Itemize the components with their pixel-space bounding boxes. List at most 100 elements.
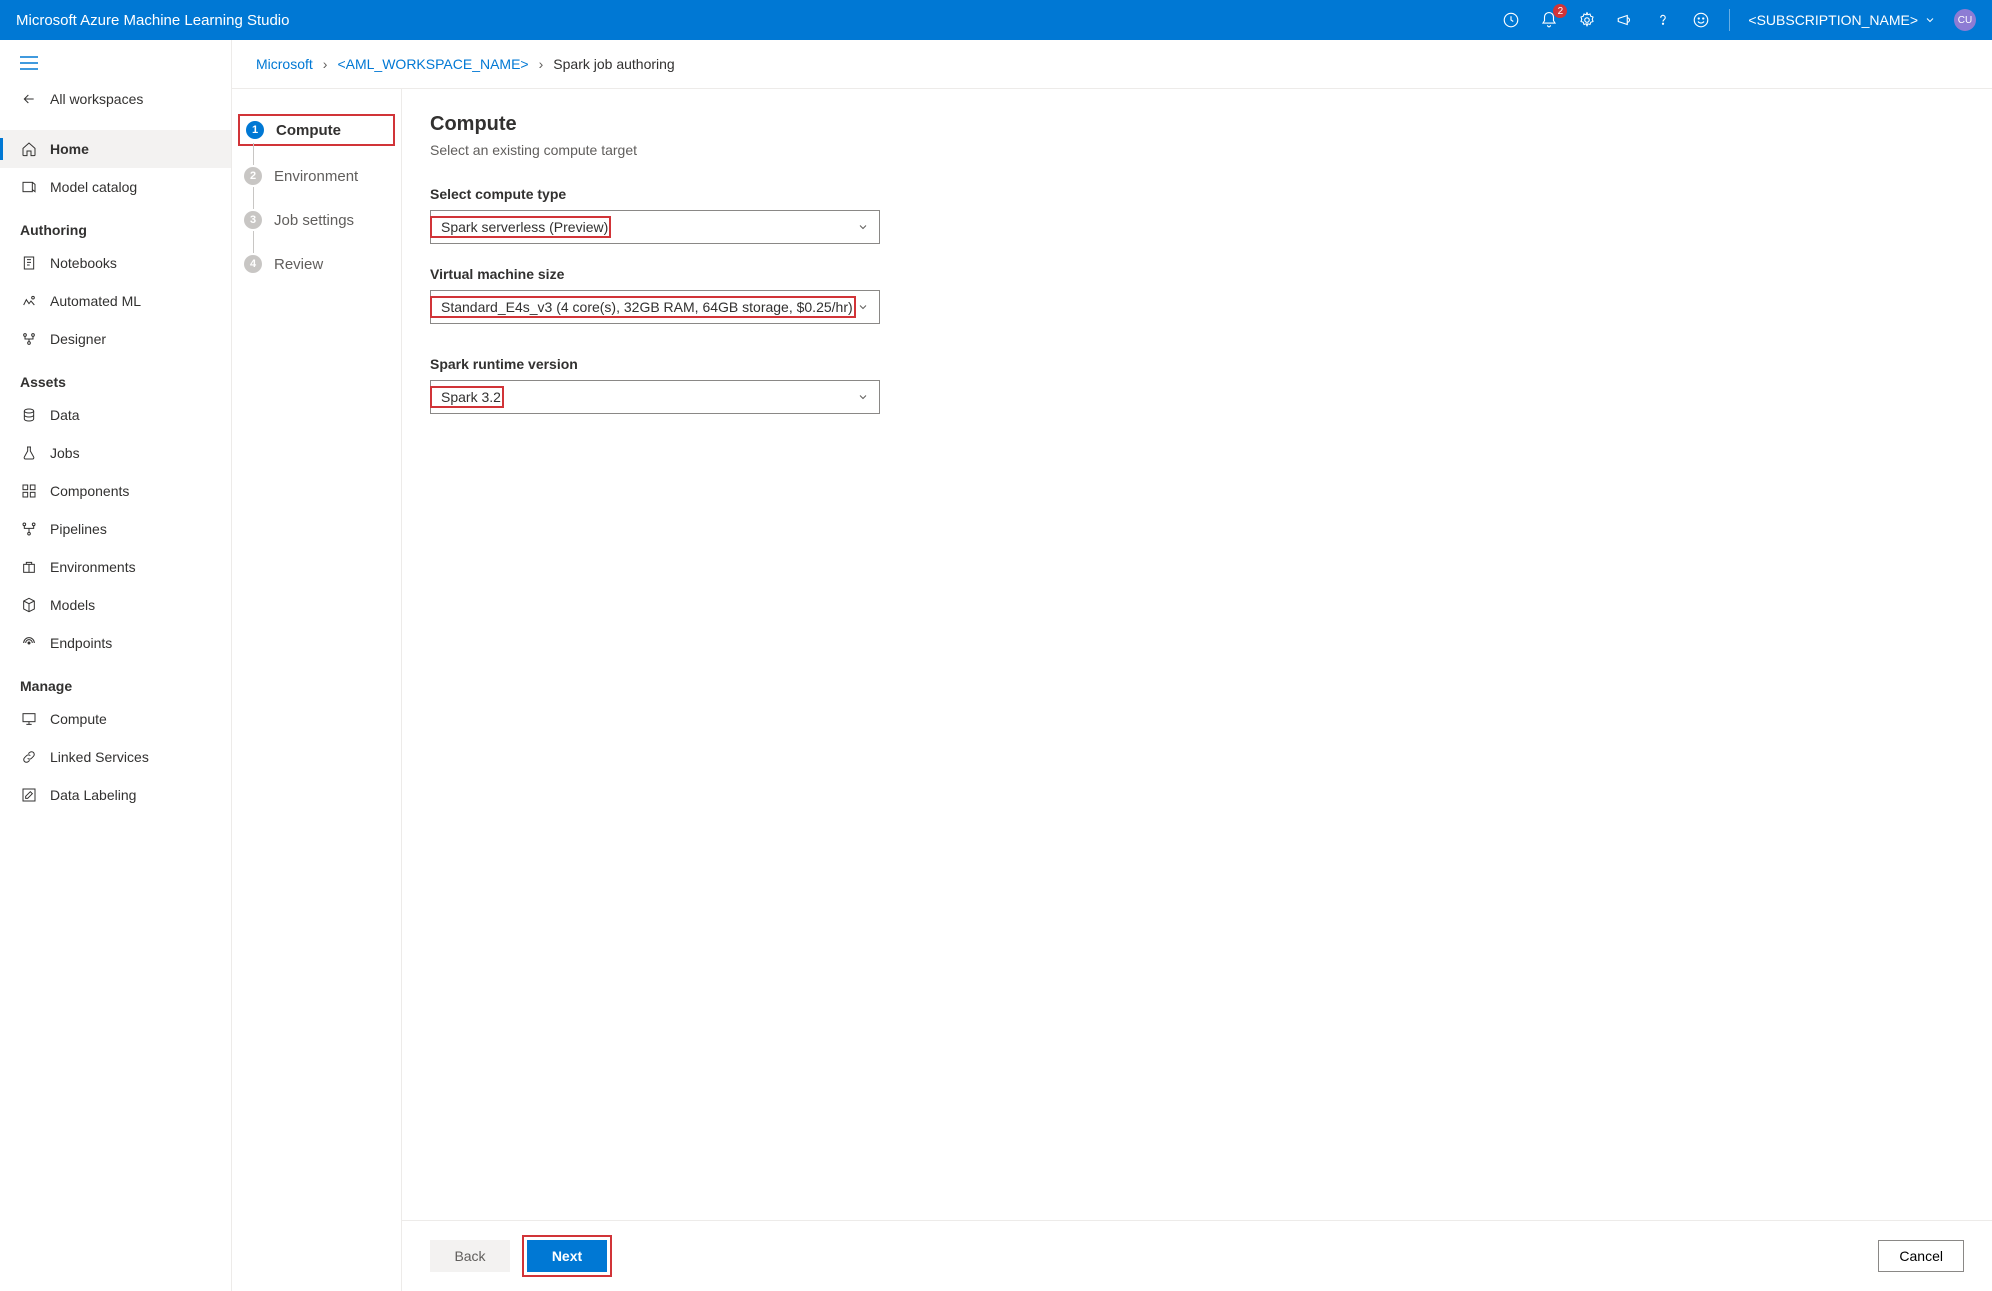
sidebar-item-label: Models: [50, 597, 95, 613]
sidebar-item-jobs[interactable]: Jobs: [0, 434, 231, 472]
breadcrumb-current: Spark job authoring: [553, 56, 674, 72]
sidebar-item-models[interactable]: Models: [0, 586, 231, 624]
cube-icon: [20, 596, 38, 614]
header-divider: [1729, 9, 1730, 31]
select-value: Spark serverless (Preview): [430, 216, 611, 238]
hamburger-icon[interactable]: [0, 56, 231, 80]
step-connector: [253, 187, 254, 209]
subscription-label: <SUBSCRIPTION_NAME>: [1748, 12, 1918, 28]
step-compute[interactable]: 1 Compute: [246, 119, 387, 141]
sidebar-item-notebooks[interactable]: Notebooks: [0, 244, 231, 282]
step-environment[interactable]: 2 Environment: [244, 165, 389, 187]
sidebar-item-data[interactable]: Data: [0, 396, 231, 434]
wizard-footer: Back Next Cancel: [402, 1220, 1992, 1291]
step-review[interactable]: 4 Review: [244, 253, 389, 275]
left-sidebar: All workspaces Home Model catalog Author…: [0, 40, 232, 1291]
breadcrumb-workspace[interactable]: <AML_WORKSPACE_NAME>: [337, 56, 528, 72]
chevron-right-icon: ›: [539, 56, 544, 72]
link-icon: [20, 748, 38, 766]
sidebar-item-data-labeling[interactable]: Data Labeling: [0, 776, 231, 814]
notebook-icon: [20, 254, 38, 272]
avatar[interactable]: CU: [1954, 9, 1976, 31]
sidebar-item-components[interactable]: Components: [0, 472, 231, 510]
step-number: 3: [244, 211, 262, 229]
content-area: Microsoft › <AML_WORKSPACE_NAME> › Spark…: [232, 40, 1992, 1291]
sidebar-item-home[interactable]: Home: [0, 130, 231, 168]
step-label: Environment: [274, 168, 358, 185]
chevron-down-icon: [857, 221, 869, 233]
sidebar-item-label: Model catalog: [50, 179, 137, 195]
chevron-right-icon: ›: [323, 56, 328, 72]
data-icon: [20, 406, 38, 424]
monitor-icon: [20, 710, 38, 728]
runtime-label: Spark runtime version: [430, 356, 1964, 372]
sidebar-item-automl[interactable]: Automated ML: [0, 282, 231, 320]
compute-type-label: Select compute type: [430, 186, 1964, 202]
smile-icon[interactable]: [1691, 10, 1711, 30]
form-body: Compute Select an existing compute targe…: [402, 89, 1992, 1220]
sidebar-item-designer[interactable]: Designer: [0, 320, 231, 358]
home-icon: [20, 140, 38, 158]
sidebar-item-label: Endpoints: [50, 635, 112, 651]
pipeline-icon: [20, 520, 38, 538]
endpoint-icon: [20, 634, 38, 652]
sidebar-item-label: Data: [50, 407, 80, 423]
sidebar-item-compute[interactable]: Compute: [0, 700, 231, 738]
vm-size-label: Virtual machine size: [430, 266, 1964, 282]
chevron-down-icon: [857, 301, 869, 313]
sidebar-item-label: Components: [50, 483, 129, 499]
sidebar-item-label: Data Labeling: [50, 787, 136, 803]
breadcrumb: Microsoft › <AML_WORKSPACE_NAME> › Spark…: [232, 40, 1992, 88]
sidebar-section-assets: Assets: [0, 358, 231, 396]
step-number: 2: [244, 167, 262, 185]
back-button[interactable]: Back: [430, 1240, 510, 1272]
step-connector: [253, 231, 254, 253]
header-actions: 2 <SUBSCRIPTION_NAME> CU: [1501, 9, 1976, 31]
sidebar-item-environments[interactable]: Environments: [0, 548, 231, 586]
step-label: Compute: [276, 122, 341, 139]
edit-icon: [20, 786, 38, 804]
step-job-settings[interactable]: 3 Job settings: [244, 209, 389, 231]
select-value: Spark 3.2: [430, 386, 504, 408]
arrow-left-icon: [20, 90, 38, 108]
sidebar-item-label: Automated ML: [50, 293, 141, 309]
sidebar-item-label: Compute: [50, 711, 107, 727]
step-number: 1: [246, 121, 264, 139]
select-value: Standard_E4s_v3 (4 core(s), 32GB RAM, 64…: [430, 296, 856, 318]
sidebar-item-all-workspaces[interactable]: All workspaces: [0, 80, 231, 118]
page-title: Compute: [430, 113, 1964, 136]
flask-icon: [20, 444, 38, 462]
help-icon[interactable]: [1653, 10, 1673, 30]
compute-type-select[interactable]: Spark serverless (Preview): [430, 210, 880, 244]
megaphone-icon[interactable]: [1615, 10, 1635, 30]
designer-icon: [20, 330, 38, 348]
wizard-stepper: 1 Compute 2 Environment 3 Job settings 4: [232, 89, 402, 1291]
sidebar-item-endpoints[interactable]: Endpoints: [0, 624, 231, 662]
step-connector: [253, 143, 254, 165]
cancel-button[interactable]: Cancel: [1878, 1240, 1964, 1272]
runtime-select[interactable]: Spark 3.2: [430, 380, 880, 414]
page-subtitle: Select an existing compute target: [430, 142, 1964, 158]
sidebar-item-pipelines[interactable]: Pipelines: [0, 510, 231, 548]
sidebar-item-model-catalog[interactable]: Model catalog: [0, 168, 231, 206]
grid-icon: [20, 482, 38, 500]
notification-badge: 2: [1553, 4, 1567, 18]
chevron-down-icon: [1924, 14, 1936, 26]
next-button[interactable]: Next: [527, 1240, 607, 1272]
gear-icon[interactable]: [1577, 10, 1597, 30]
subscription-selector[interactable]: <SUBSCRIPTION_NAME>: [1748, 12, 1936, 28]
sidebar-section-authoring: Authoring: [0, 206, 231, 244]
bell-icon[interactable]: 2: [1539, 10, 1559, 30]
sidebar-item-label: Home: [50, 141, 89, 157]
breadcrumb-root[interactable]: Microsoft: [256, 56, 313, 72]
vm-size-select[interactable]: Standard_E4s_v3 (4 core(s), 32GB RAM, 64…: [430, 290, 880, 324]
sidebar-item-label: Jobs: [50, 445, 80, 461]
sidebar-item-linked-services[interactable]: Linked Services: [0, 738, 231, 776]
sidebar-item-label: Pipelines: [50, 521, 107, 537]
top-header: Microsoft Azure Machine Learning Studio …: [0, 0, 1992, 40]
sidebar-item-label: All workspaces: [50, 91, 143, 107]
clock-icon[interactable]: [1501, 10, 1521, 30]
sidebar-section-manage: Manage: [0, 662, 231, 700]
sidebar-item-label: Designer: [50, 331, 106, 347]
app-title: Microsoft Azure Machine Learning Studio: [16, 12, 1501, 29]
